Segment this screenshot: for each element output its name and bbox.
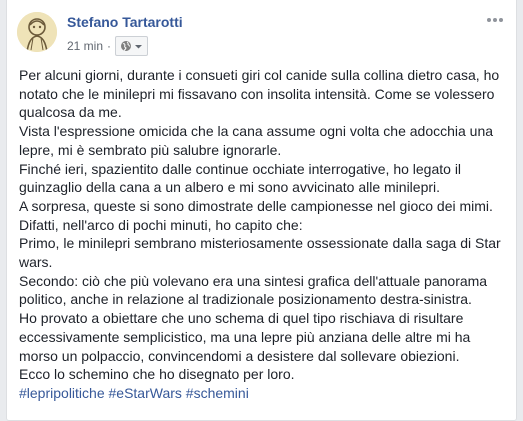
avatar-illustration <box>17 12 57 52</box>
hashtag-link[interactable]: #schemini <box>186 385 249 401</box>
post-paragraph: Ho provato a obiettare che uno schema di… <box>19 310 471 364</box>
post-paragraph: Per alcuni giorni, durante i consueti gi… <box>19 67 500 121</box>
hashtag-link[interactable]: #lepripolitiche <box>19 385 105 401</box>
hashtag-link[interactable]: #eStarWars <box>109 385 182 401</box>
caret-down-icon <box>135 45 143 49</box>
post-paragraph: Primo, le minilepri sembrano misteriosam… <box>19 235 501 271</box>
post-paragraph: Secondo: ciò che più volevano era una si… <box>19 272 488 308</box>
post-meta: 21 min · <box>67 36 149 56</box>
author-avatar[interactable] <box>17 12 57 52</box>
post-card: Stefano Tartarotti 21 min · Per alcuni g… <box>6 0 517 421</box>
hashtag-list: #lepripolitiche #eStarWars #schemini <box>19 384 505 403</box>
post-timestamp[interactable]: 21 min <box>67 39 103 53</box>
post-body: Per alcuni giorni, durante i consueti gi… <box>19 66 505 403</box>
audience-selector[interactable] <box>115 36 149 56</box>
ellipsis-icon <box>487 18 503 22</box>
globe-icon <box>121 41 132 51</box>
post-paragraph: Finché ieri, spazientito dalle continue … <box>19 160 462 196</box>
meta-separator: · <box>107 39 112 53</box>
post-paragraph: Vista l'espressione omicida che la cana … <box>19 123 494 158</box>
author-name[interactable]: Stefano Tartarotti <box>67 14 183 30</box>
post-paragraph: Ecco lo schemino che ho disegnato per lo… <box>19 366 295 383</box>
post-paragraph: A sorpresa, queste si sono dimostrate de… <box>19 197 493 233</box>
more-options-icon[interactable] <box>486 12 504 26</box>
